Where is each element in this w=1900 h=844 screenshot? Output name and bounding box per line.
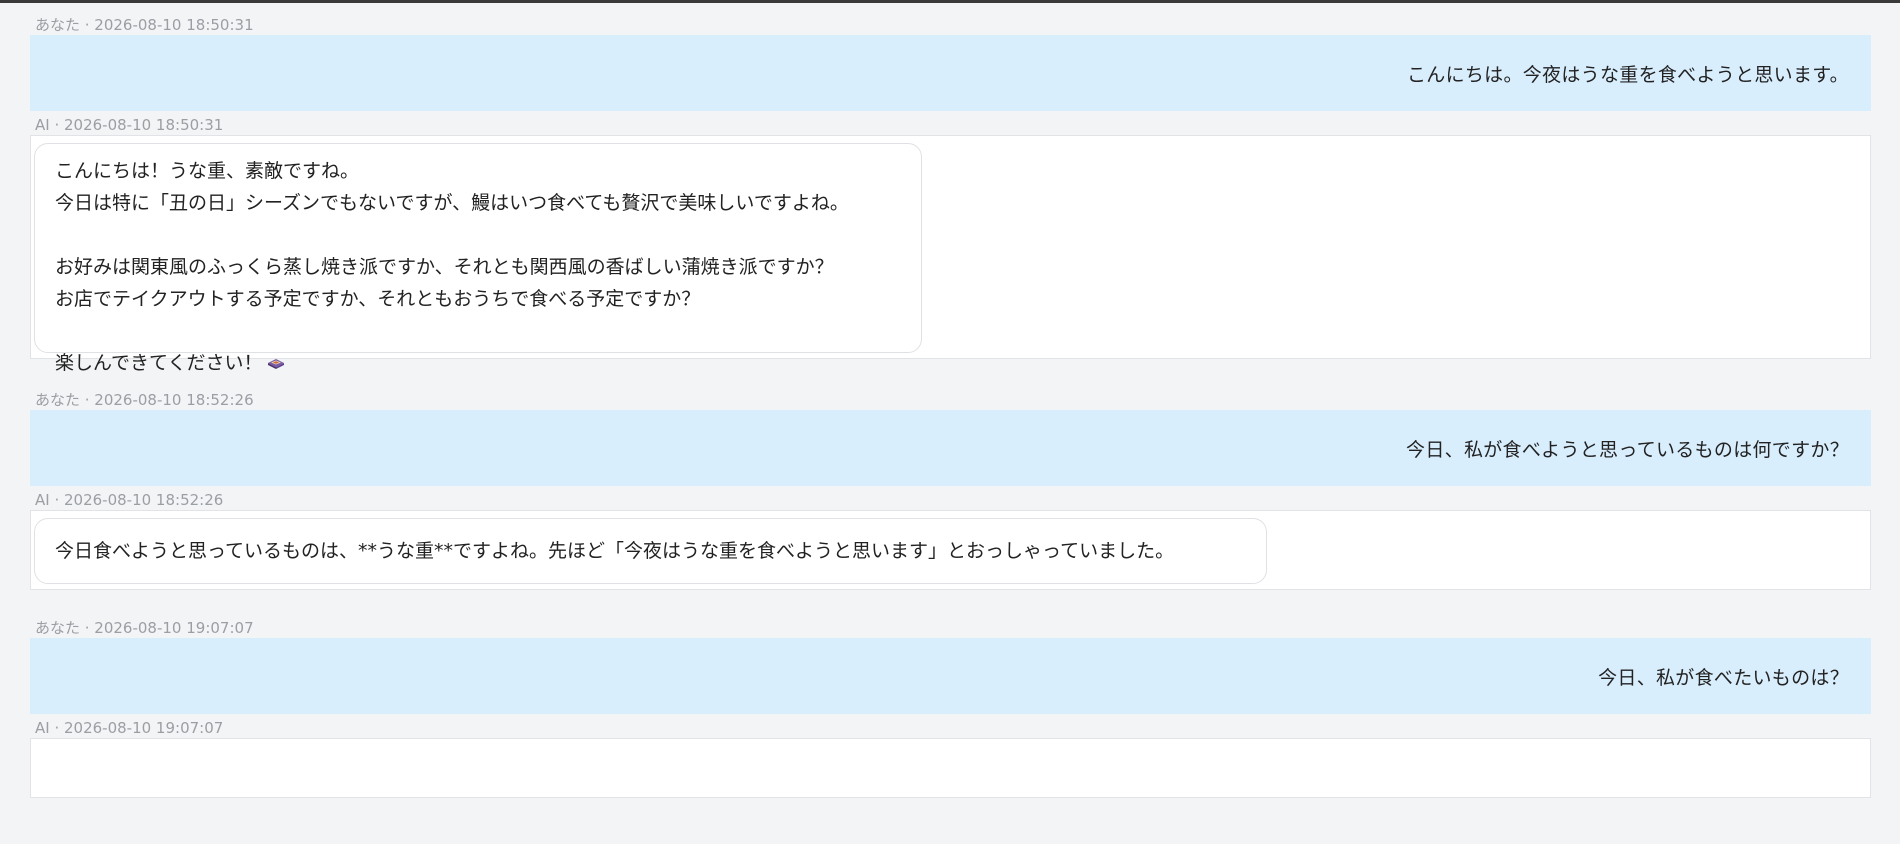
ai-message: こんにちは！うな重、素敵ですね。 今日は特に「丑の日」シーズンでもないですが、鰻…	[30, 135, 1871, 374]
user-message: こんにちは。今夜はうな重を食べようと思います。	[30, 35, 1871, 111]
ai-message-line	[55, 315, 901, 347]
message-meta-user: あなた · 2026-08-10 18:50:31	[35, 16, 254, 34]
chat-log: あなた · 2026-08-10 18:50:31 こんにちは。今夜はうな重を食…	[30, 3, 1871, 798]
ai-message	[30, 738, 1871, 798]
bento-box-icon	[268, 359, 285, 369]
ai-message-line: こんにちは！うな重、素敵ですね。	[55, 160, 360, 182]
ai-message-line: お店でテイクアウトする予定ですか、それともおうちで食べる予定ですか？	[55, 288, 701, 310]
message-meta-ai: AI · 2026-08-10 19:07:07	[35, 719, 224, 737]
ai-message-line: お好みは関東風のふっくら蒸し焼き派ですか、それとも関西風の香ばしい蒲焼き派ですか…	[55, 256, 834, 278]
ai-message-line: 楽しんできてください！	[55, 347, 901, 379]
user-message: 今日、私が食べようと思っているものは何ですか？	[30, 410, 1871, 486]
user-message-text: こんにちは。今夜はうな重を食べようと思います。	[1406, 63, 1849, 86]
ai-message-line: 今日は特に「丑の日」シーズンでもないですが、鰻はいつ食べても贅沢で美味しいですよ…	[55, 192, 849, 214]
user-message-text: 今日、私が食べようと思っているものは何ですか？	[1406, 438, 1849, 461]
ai-message-line	[55, 219, 901, 251]
ai-message-bubble: 今日食べようと思っているものは、**うな重**ですよね。先ほど「今夜はうな重を食…	[34, 518, 1267, 584]
message-meta-ai: AI · 2026-08-10 18:50:31	[35, 116, 224, 134]
user-message: 今日、私が食べたいものは？	[30, 638, 1871, 714]
ai-message-line: 今日食べようと思っているものは、**うな重**ですよね。先ほど「今夜はうな重を食…	[55, 540, 1175, 562]
message-meta-ai: AI · 2026-08-10 18:52:26	[35, 491, 224, 509]
message-meta-user: あなた · 2026-08-10 18:52:26	[35, 391, 254, 409]
message-meta-user: あなた · 2026-08-10 19:07:07	[35, 619, 254, 637]
ai-message: 今日食べようと思っているものは、**うな重**ですよね。先ほど「今夜はうな重を食…	[30, 510, 1871, 590]
user-message-text: 今日、私が食べたいものは？	[1598, 666, 1849, 689]
ai-message-bubble: こんにちは！うな重、素敵ですね。 今日は特に「丑の日」シーズンでもないですが、鰻…	[34, 143, 922, 374]
